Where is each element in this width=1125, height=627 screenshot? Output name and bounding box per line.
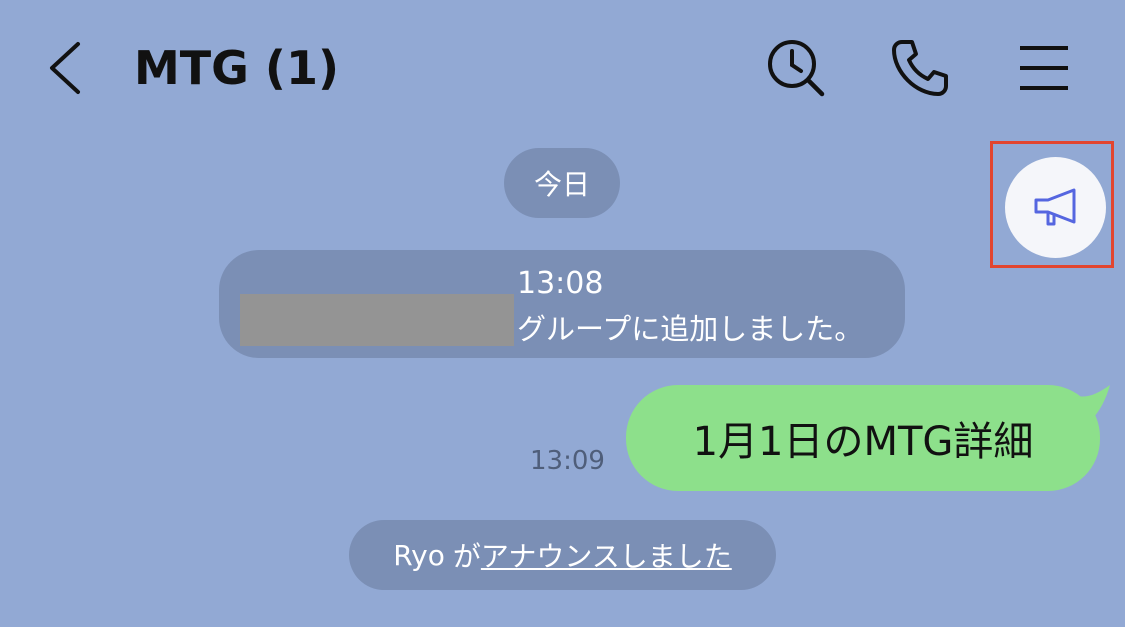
bubble-tail — [1072, 385, 1110, 419]
announcement-link[interactable]: アナウンスしました — [481, 535, 732, 575]
phone-icon — [892, 40, 948, 96]
announcement-actor: Ryo — [393, 538, 445, 572]
announcement-notice: Ryo がアナウンスしました — [349, 520, 776, 590]
megaphone-icon — [1034, 188, 1075, 225]
chat-header: MTG (1) — [0, 0, 1125, 135]
chat-title: MTG (1) — [134, 41, 339, 95]
announcement-particle: が — [452, 540, 481, 573]
message-bubble: 1月1日のMTG詳細 — [626, 385, 1100, 491]
search-clock-icon — [768, 40, 825, 97]
menu-button[interactable] — [1014, 36, 1078, 100]
call-button[interactable] — [888, 36, 952, 100]
search-history-button[interactable] — [764, 36, 828, 100]
system-message-time: 13:08 — [517, 266, 604, 301]
redacted-name — [240, 294, 514, 346]
announcement-button[interactable] — [1005, 157, 1106, 258]
outgoing-message[interactable]: 1月1日のMTG詳細 — [626, 385, 1112, 493]
system-message: 13:08 グループに追加しました。 — [219, 250, 905, 358]
menu-icon — [1020, 46, 1068, 90]
system-message-text: グループに追加しました。 — [517, 312, 864, 346]
message-time: 13:09 — [530, 446, 605, 476]
chevron-left-icon — [50, 42, 80, 94]
back-button[interactable] — [40, 38, 90, 98]
date-separator: 今日 — [504, 148, 620, 218]
